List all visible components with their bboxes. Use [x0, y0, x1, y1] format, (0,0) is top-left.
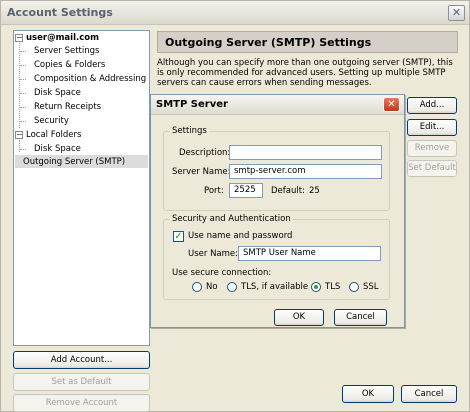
- account-tree[interactable]: − user@mail.com Server Settings Copies &…: [13, 30, 150, 346]
- tree-item-label: Disk Space: [34, 88, 81, 98]
- tree-item-label: Security: [34, 116, 69, 126]
- default-port-value: 25: [309, 186, 320, 196]
- dialog-ok-button[interactable]: OK: [274, 309, 324, 326]
- set-default-server-button[interactable]: Set Default: [407, 160, 457, 177]
- close-icon[interactable]: ✕: [383, 97, 400, 112]
- radio-tls-if-available[interactable]: [227, 282, 237, 292]
- default-port-label: Default:: [271, 186, 305, 196]
- tree-connector: [19, 43, 20, 128]
- tree-item-composition[interactable]: Composition & Addressing: [34, 73, 146, 85]
- window-title: Account Settings: [7, 6, 113, 19]
- tree-connector: [20, 149, 26, 150]
- dialog-cancel-button[interactable]: Cancel: [334, 309, 387, 326]
- cancel-button[interactable]: Cancel: [401, 385, 457, 403]
- tree-item-outgoing-server[interactable]: Outgoing Server (SMTP): [23, 156, 125, 168]
- tree-item-label: Return Receipts: [34, 102, 102, 112]
- tree-item-label: Outgoing Server (SMTP): [23, 157, 126, 167]
- panel-header: Outgoing Server (SMTP) Settings: [157, 31, 458, 53]
- tree-connector: [19, 140, 20, 152]
- tree-item-label: Copies & Folders: [34, 60, 106, 70]
- tree-item-security[interactable]: Security: [34, 115, 69, 127]
- tree-item-label: Local Folders: [26, 130, 82, 140]
- radio-tls-if-available-label: TLS, if available: [241, 282, 309, 292]
- port-label: Port:: [204, 186, 224, 196]
- description-label: Description:: [179, 148, 231, 158]
- tree-item-return-receipts[interactable]: Return Receipts: [34, 101, 101, 113]
- user-name-field[interactable]: SMTP User Name: [238, 246, 381, 261]
- remove-server-button[interactable]: Remove: [407, 140, 457, 157]
- user-name-label: User Name:: [188, 249, 239, 259]
- radio-no[interactable]: [192, 282, 202, 292]
- server-name-label: Server Name:: [172, 167, 231, 177]
- port-field[interactable]: 2525: [229, 183, 263, 198]
- collapse-icon[interactable]: −: [15, 131, 23, 139]
- radio-ssl[interactable]: [349, 282, 359, 292]
- add-account-button[interactable]: Add Account...: [13, 351, 150, 369]
- ok-button[interactable]: OK: [342, 385, 394, 403]
- description-field[interactable]: [229, 145, 382, 160]
- radio-tls[interactable]: [311, 282, 321, 292]
- panel-description: Although you can specify more than one o…: [157, 58, 453, 88]
- smtp-server-dialog: SMTP Server ✕ Settings Description: Serv…: [150, 94, 405, 328]
- tree-connector: [20, 107, 26, 108]
- tree-connector: [20, 65, 26, 66]
- dialog-title-bar[interactable]: SMTP Server ✕: [151, 95, 404, 115]
- server-name-field[interactable]: smtp-server.com: [229, 164, 382, 179]
- collapse-icon[interactable]: −: [15, 34, 23, 42]
- security-legend: Security and Authentication: [170, 214, 293, 225]
- radio-no-label: No: [206, 282, 218, 292]
- edit-server-button[interactable]: Edit...: [407, 119, 457, 136]
- tree-connector: [20, 79, 26, 80]
- title-bar[interactable]: Account Settings ✕: [1, 1, 469, 25]
- use-name-checkbox[interactable]: ✓: [173, 231, 184, 242]
- tree-item-label: Composition & Addressing: [34, 74, 147, 84]
- tree-connector: [20, 121, 26, 122]
- set-as-default-button[interactable]: Set as Default: [13, 373, 150, 391]
- tree-item-copies-folders[interactable]: Copies & Folders: [34, 59, 105, 71]
- tree-item-local-disk-space[interactable]: Disk Space: [34, 143, 81, 155]
- tree-item-disk-space[interactable]: Disk Space: [34, 87, 81, 99]
- use-name-label: Use name and password: [188, 231, 293, 241]
- secure-connection-label: Use secure connection:: [172, 268, 272, 278]
- dialog-title: SMTP Server: [156, 99, 228, 110]
- tree-item-label: user@mail.com: [26, 33, 99, 43]
- tree-item-server-settings[interactable]: Server Settings: [34, 45, 99, 57]
- radio-ssl-label: SSL: [363, 282, 379, 292]
- add-server-button[interactable]: Add...: [407, 97, 457, 114]
- close-icon[interactable]: ✕: [448, 5, 465, 21]
- tree-item-label: Disk Space: [34, 144, 81, 154]
- tree-connector: [20, 51, 26, 52]
- remove-account-button[interactable]: Remove Account: [13, 394, 150, 412]
- page-title: Outgoing Server (SMTP) Settings: [165, 36, 372, 49]
- settings-legend: Settings: [170, 126, 209, 137]
- tree-item-label: Server Settings: [34, 46, 100, 56]
- radio-tls-label: TLS: [325, 282, 341, 292]
- tree-connector: [20, 93, 26, 94]
